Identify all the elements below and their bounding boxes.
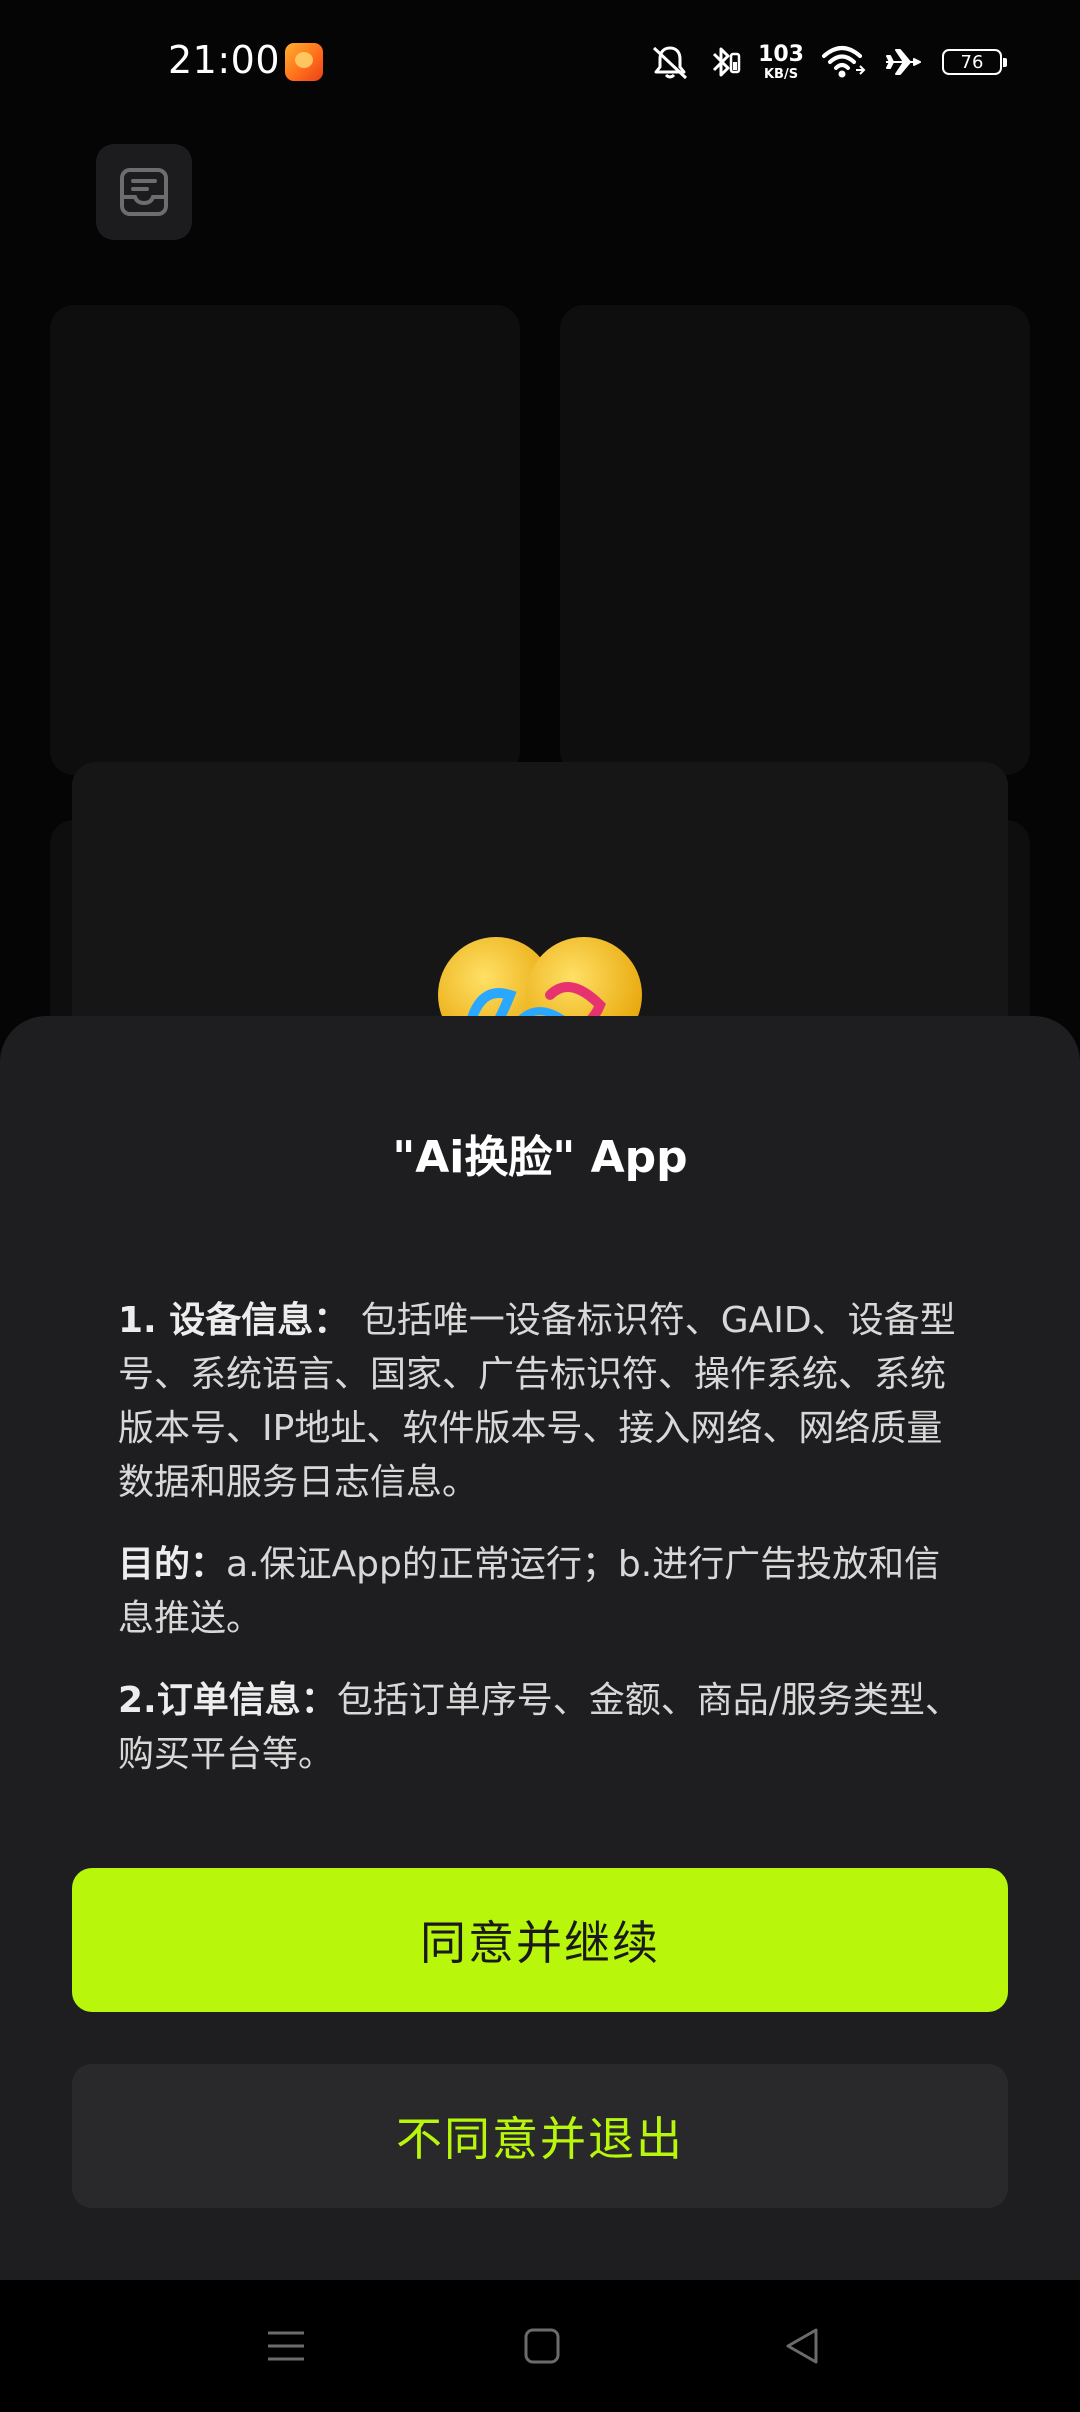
network-speed-unit: KB/S <box>763 66 799 82</box>
screen: 21:00 103 KB/S 76 "Ai换脸" App 1. 设备信息： 包括… <box>0 0 1080 2412</box>
battery-level: 76 <box>960 51 984 73</box>
agree-continue-button[interactable]: 同意并继续 <box>72 1868 1008 2012</box>
status-icons: 103 KB/S 76 <box>648 40 1007 84</box>
decline-exit-button[interactable]: 不同意并退出 <box>72 2064 1008 2208</box>
dialog-body: 1. 设备信息： 包括唯一设备标识符、GAID、设备型号、系统语言、国家、广告标… <box>118 1294 974 1810</box>
paragraph-order-info: 2.订单信息：包括订单序号、金额、商品/服务类型、购买平台等。 <box>118 1674 974 1782</box>
airplane-icon <box>886 49 921 75</box>
battery-icon: 76 <box>942 49 1007 75</box>
recents-button[interactable] <box>260 2320 312 2372</box>
template-card[interactable] <box>560 305 1030 775</box>
bluetooth-icon <box>713 47 741 77</box>
back-button[interactable] <box>776 2320 828 2372</box>
inbox-icon <box>120 168 168 216</box>
wifi-icon <box>822 46 866 78</box>
inbox-button[interactable] <box>96 144 192 240</box>
paragraph-label: 2.订单信息： <box>118 1680 337 1721</box>
recents-menu-icon <box>268 2331 304 2361</box>
status-bar: 21:00 103 KB/S 76 <box>0 0 1080 130</box>
status-time: 21:00 <box>168 38 281 82</box>
home-square-icon <box>524 2328 560 2364</box>
paragraph-purpose: 目的：a.保证App的正常运行；b.进行广告投放和信息推送。 <box>118 1538 974 1646</box>
home-button[interactable] <box>516 2320 568 2372</box>
dialog-title: "Ai换脸" App <box>392 1132 688 1183</box>
paragraph-device-info: 1. 设备信息： 包括唯一设备标识符、GAID、设备型号、系统语言、国家、广告标… <box>118 1294 974 1510</box>
paragraph-text: a.保证App的正常运行；b.进行广告投放和信息推送。 <box>118 1544 941 1639</box>
back-triangle-icon <box>786 2328 818 2364</box>
template-card[interactable] <box>50 305 520 775</box>
mute-icon <box>653 46 688 80</box>
paragraph-label: 目的： <box>118 1544 227 1585</box>
network-speed-value: 103 <box>758 41 804 67</box>
paragraph-label: 1. 设备信息： <box>118 1300 350 1341</box>
navigation-bar <box>0 2280 1080 2412</box>
network-speed: 103 KB/S <box>758 41 804 82</box>
notification-app-icon <box>285 43 323 81</box>
